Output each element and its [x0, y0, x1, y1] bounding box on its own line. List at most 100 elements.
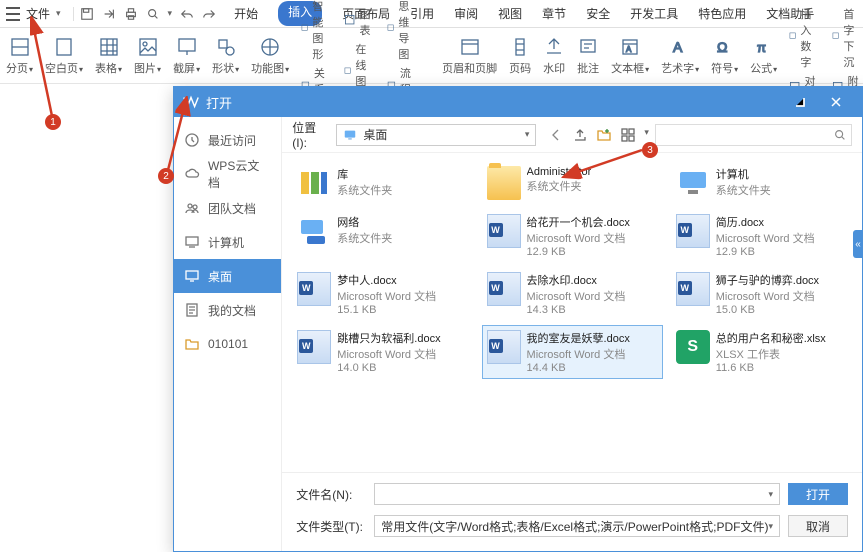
ribbon-公式[interactable]: π公式▾ [750, 36, 777, 76]
tab-开始[interactable]: 开始 [234, 1, 258, 26]
tab-视图[interactable]: 视图 [498, 1, 522, 26]
docs-icon [184, 302, 200, 318]
file-item[interactable]: 跳槽只为软福利.docxMicrosoft Word 文档14.0 KB [292, 325, 473, 379]
ribbon-分页[interactable]: 分页▾ [6, 36, 33, 76]
ribbon-形状[interactable]: 形状▾ [212, 36, 239, 76]
file-name: 计算机 [716, 166, 771, 182]
ribbon-批注[interactable]: 批注 [577, 36, 599, 76]
file-list: 库系统文件夹Administrator系统文件夹计算机系统文件夹网络系统文件夹给… [282, 153, 862, 472]
ribbon-截屏[interactable]: 截屏▾ [173, 36, 200, 76]
ribbon-icon [176, 36, 198, 58]
file-item[interactable]: 去除水印.docxMicrosoft Word 文档14.3 KB [482, 267, 663, 321]
folder-icon [487, 166, 521, 200]
ribbon-功能图[interactable]: 功能图▾ [251, 36, 289, 76]
ribbon-icon [832, 30, 839, 46]
ribbon-首字下沉[interactable]: 首字下沉 [832, 6, 863, 70]
file-item[interactable]: 我的室友是妖孽.docxMicrosoft Word 文档14.4 KB [482, 325, 663, 379]
sidenav-docs[interactable]: 我的文档 [174, 293, 281, 327]
ribbon-页码[interactable]: 页码 [509, 36, 531, 76]
file-item[interactable]: 简历.docxMicrosoft Word 文档12.9 KB [671, 209, 852, 263]
file-item[interactable]: 给花开一个机会.docxMicrosoft Word 文档12.9 KB [482, 209, 663, 263]
location-select[interactable]: 桌面 ▾ [336, 124, 536, 146]
ribbon-icon [543, 36, 565, 58]
ribbon-页眉和页脚[interactable]: 页眉和页脚 [442, 36, 497, 76]
ribbon-图表[interactable]: 图表 [344, 6, 375, 38]
tab-章节[interactable]: 章节 [542, 1, 566, 26]
chevron-down-icon: ▾ [768, 521, 773, 532]
filetype-label: 文件类型(T): [296, 518, 366, 535]
file-name: 狮子与驴的博弈.docx [716, 272, 819, 288]
file-item[interactable]: 总的用户名和秘密.xlsxXLSX 工作表11.6 KB [671, 325, 852, 379]
ribbon-icon: Ω [714, 36, 736, 58]
file-item[interactable]: 计算机系统文件夹 [671, 161, 852, 205]
ribbon-文本框[interactable]: A文本框▾ [611, 36, 649, 76]
tab-审阅[interactable]: 审阅 [454, 1, 478, 26]
file-name: 给花开一个机会.docx [527, 214, 630, 230]
tab-安全[interactable]: 安全 [586, 1, 610, 26]
svg-text:A: A [626, 45, 632, 54]
close-button[interactable] [818, 87, 854, 117]
ribbon-icon: A [669, 36, 691, 58]
annotation-badge-2: 2 [158, 168, 174, 184]
desktop-icon [343, 128, 357, 142]
file-item[interactable]: 狮子与驴的博弈.docxMicrosoft Word 文档15.0 KB [671, 267, 852, 321]
location-value: 桌面 [363, 126, 387, 143]
side-panel-tab[interactable]: « [853, 230, 863, 258]
word-doc-icon [297, 272, 331, 306]
folder-icon [184, 336, 200, 352]
ribbon-插入数字[interactable]: 插入数字 [789, 6, 820, 70]
dialog-body: 最近访问WPS云文档团队文档计算机桌面我的文档010101 位置(I): 桌面 … [174, 117, 862, 551]
dialog-title: 打开 [206, 93, 782, 112]
ribbon-icon [259, 36, 281, 58]
search-input[interactable] [655, 124, 852, 146]
ribbon-思维导图[interactable]: 思维导图 [387, 0, 418, 62]
ribbon-智能图形[interactable]: 智能图形 [301, 0, 332, 62]
filename-label: 文件名(N): [296, 486, 366, 503]
network-icon [297, 214, 331, 248]
annotation-arrow-2 [162, 96, 202, 176]
dialog-main: 位置(I): 桌面 ▾ ▾ 库系统文件夹Administrator系统文件 [282, 117, 862, 551]
sidenav-team[interactable]: 团队文档 [174, 191, 281, 225]
cancel-button[interactable]: 取消 [788, 515, 848, 537]
word-doc-icon [297, 330, 331, 364]
computer-icon [676, 166, 710, 200]
filename-input[interactable]: ▾ [374, 483, 780, 505]
annotation-arrow-1 [30, 16, 170, 126]
open-button[interactable]: 打开 [788, 483, 848, 505]
ribbon-icon [509, 36, 531, 58]
redo-icon[interactable] [202, 7, 216, 21]
ribbon-icon [387, 22, 394, 38]
tab-特色应用[interactable]: 特色应用 [698, 1, 746, 26]
word-doc-icon [487, 272, 521, 306]
ribbon-icon [577, 36, 599, 58]
ribbon-icon [344, 14, 355, 30]
sidenav-folder[interactable]: 010101 [174, 327, 281, 361]
file-item[interactable]: 库系统文件夹 [292, 161, 473, 205]
undo-icon[interactable] [180, 7, 194, 21]
ribbon-艺术字[interactable]: A艺术字▾ [661, 36, 699, 76]
ribbon-水印[interactable]: 水印 [543, 36, 565, 76]
filetype-select[interactable]: 常用文件(文字/Word格式;表格/Excel格式;演示/PowerPoint格… [374, 515, 780, 537]
word-doc-icon [676, 214, 710, 248]
sidenav-desktop[interactable]: 桌面 [174, 259, 281, 293]
tab-开发工具[interactable]: 开发工具 [630, 1, 678, 26]
team-icon [184, 200, 200, 216]
chevron-down-icon: ▾ [768, 489, 773, 500]
sidenav-computer[interactable]: 计算机 [174, 225, 281, 259]
minimize-button[interactable] [782, 87, 818, 117]
ribbon-icon [215, 36, 237, 58]
file-item[interactable]: 梦中人.docxMicrosoft Word 文档15.1 KB [292, 267, 473, 321]
file-name: 库 [337, 166, 392, 182]
desktop-icon [184, 268, 200, 284]
xlsx-icon [676, 330, 710, 364]
word-doc-icon [487, 214, 521, 248]
search-icon [833, 128, 847, 142]
ribbon-icon: π [753, 36, 775, 58]
computer-icon [184, 234, 200, 250]
ribbon-icon [301, 22, 308, 38]
file-name: 总的用户名和秘密.xlsx [716, 330, 826, 346]
file-item[interactable]: 网络系统文件夹 [292, 209, 473, 263]
file-name: 去除水印.docx [527, 272, 626, 288]
chevron-down-icon: ▾ [525, 129, 530, 140]
ribbon-符号[interactable]: Ω符号▾ [711, 36, 738, 76]
